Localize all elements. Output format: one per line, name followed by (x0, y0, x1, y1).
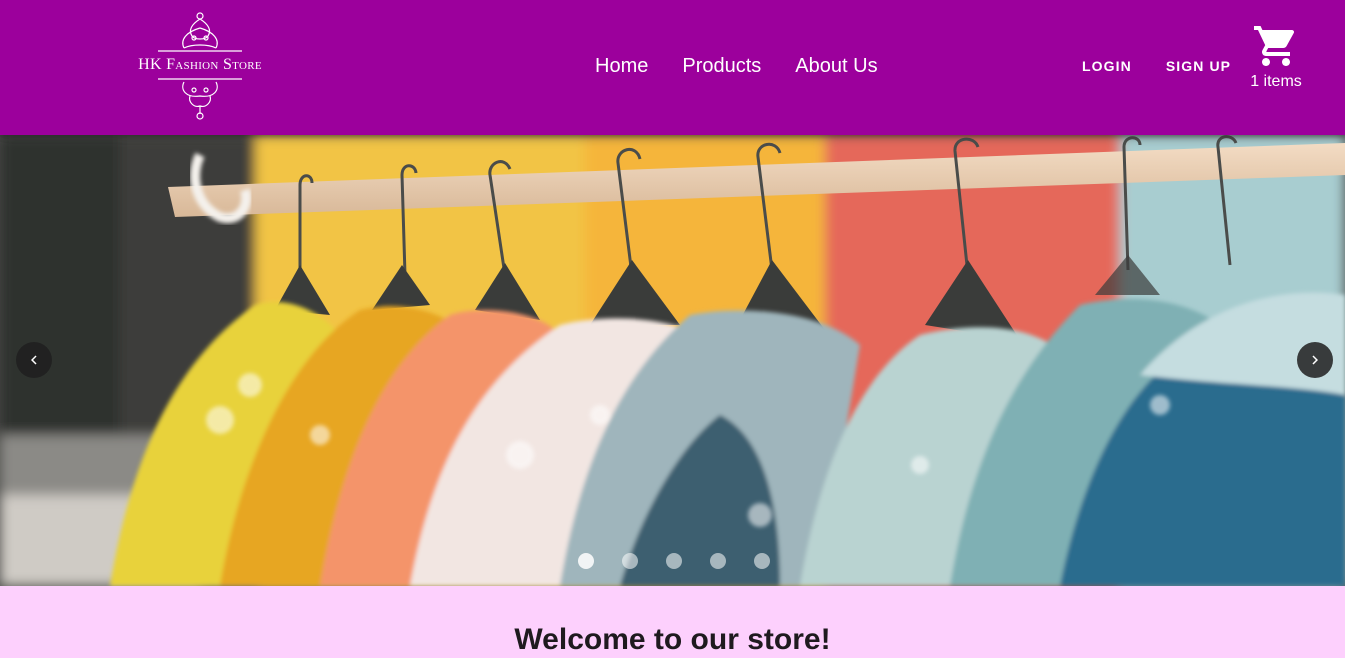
login-button[interactable]: LOGIN (1082, 58, 1132, 75)
auth-buttons: LOGIN SIGN UP (1082, 58, 1231, 75)
carousel-dot[interactable] (622, 553, 638, 569)
carousel-next-button[interactable] (1297, 342, 1333, 378)
chevron-left-icon (31, 355, 37, 365)
carousel-prev-button[interactable] (16, 342, 52, 378)
chevron-right-icon (1312, 355, 1318, 365)
welcome-section: Welcome to our store! (0, 586, 1345, 656)
nav-home-link[interactable]: Home (595, 54, 648, 78)
carousel-dot[interactable] (578, 553, 594, 569)
brand-logo[interactable]: HK Fashion Store (122, 10, 278, 122)
nav-about-link[interactable]: About Us (795, 54, 877, 78)
welcome-title: Welcome to our store! (514, 623, 831, 656)
hero-image (0, 135, 1345, 586)
carousel-dot[interactable] (754, 553, 770, 569)
hero-carousel (0, 135, 1345, 586)
main-nav: Home Products About Us (595, 54, 878, 78)
brand-name: HK Fashion Store (138, 56, 262, 73)
shopping-cart-icon (1254, 26, 1295, 66)
nav-products-link[interactable]: Products (682, 54, 761, 78)
carousel-dot[interactable] (666, 553, 682, 569)
carousel-indicators (578, 553, 770, 569)
site-header: HK Fashion Store Home Products About Us … (0, 0, 1345, 135)
cart-button[interactable]: 1 items (1244, 22, 1308, 94)
cart-count: 1 items (1250, 73, 1302, 90)
signup-button[interactable]: SIGN UP (1166, 58, 1231, 75)
carousel-dot[interactable] (710, 553, 726, 569)
